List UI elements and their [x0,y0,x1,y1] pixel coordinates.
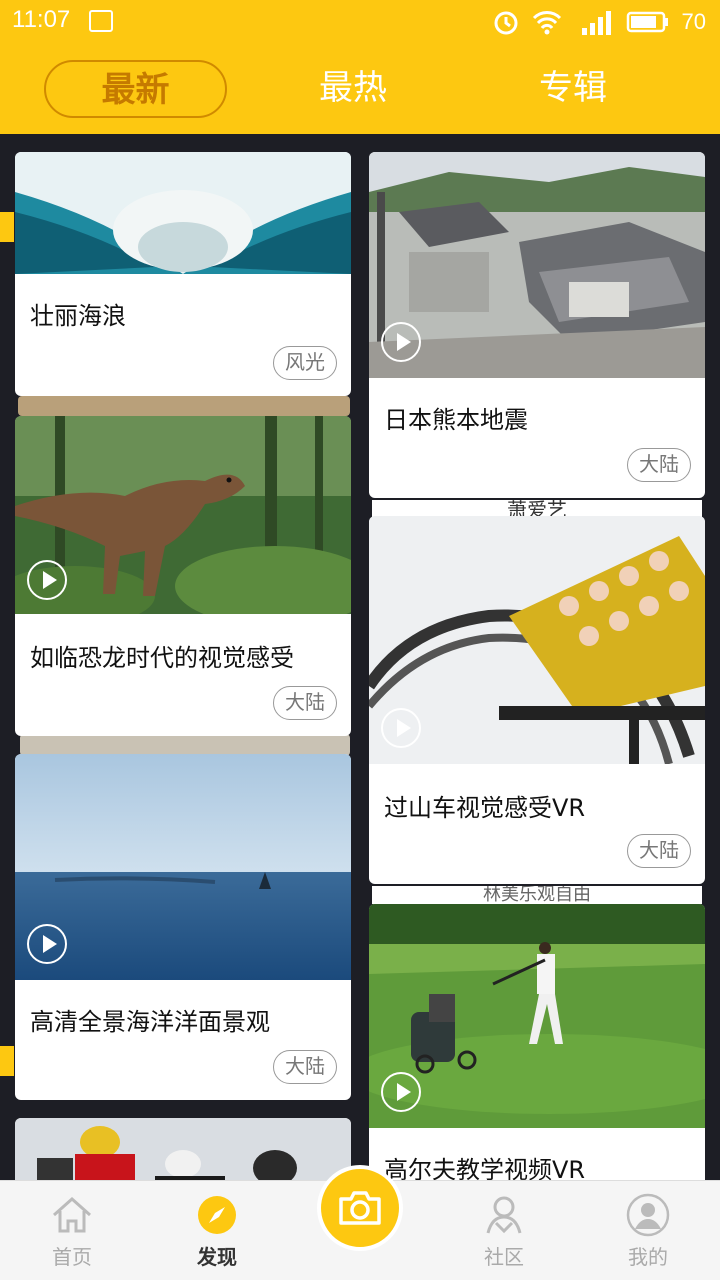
card-title: 壮丽海浪 [30,302,126,330]
nav-discover-label: 发现 [197,1245,237,1269]
card-tag[interactable]: 风光 [273,346,337,380]
card-title: 高清全景海洋洋面景观 [30,1008,270,1036]
nav-community-label: 社区 [484,1245,524,1269]
tab-hottest[interactable]: 最热 [290,60,416,118]
camera-icon [339,1191,381,1225]
card-title: 日本熊本地震 [384,406,528,434]
video-card[interactable]: 高清全景海洋洋面景观 大陆 [15,754,351,1100]
video-card[interactable]: 如临恐龙时代的视觉感受 大陆 [15,416,351,736]
background-card-peek [20,734,350,756]
status-icons: 70 [492,6,706,38]
video-card[interactable]: 壮丽海浪 风光 [15,152,351,396]
battery-level: 70 [681,9,706,34]
nav-home-label: 首页 [52,1245,92,1269]
wifi-icon [532,11,561,35]
status-bar: 11:07 70 [0,0,720,44]
notification-icon [89,10,113,32]
card-thumbnail [15,152,351,274]
feed-grid[interactable]: 萧爱艺 林美乐观自由 壮丽海浪 风光 如临恐龙时代的视觉感受 大陆 高清全景海洋… [0,134,720,1180]
tab-latest[interactable]: 最新 [44,60,227,118]
nav-community[interactable]: 社区 [459,1193,549,1270]
bottom-navigation: 首页 发现 社区 我的 [0,1165,720,1280]
background-accent [0,1046,14,1076]
camera-button[interactable] [317,1165,403,1251]
video-card[interactable] [15,1118,351,1180]
home-icon [53,1196,91,1233]
background-card-peek [18,396,350,416]
profile-icon [626,1193,670,1237]
play-icon[interactable] [27,924,67,964]
card-title: 高尔夫教学视频VR [384,1156,586,1180]
community-icon [486,1196,522,1234]
nav-profile[interactable]: 我的 [603,1193,693,1270]
video-card[interactable]: 过山车视觉感受VR 大陆 [369,516,705,884]
card-tag[interactable]: 大陆 [627,448,691,482]
card-title: 过山车视觉感受VR [384,794,586,822]
alarm-icon [494,11,518,35]
card-thumbnail [15,1118,351,1180]
tab-albums[interactable]: 专辑 [510,60,636,118]
status-time: 11:07 [12,6,71,33]
play-icon[interactable] [381,1072,421,1112]
battery-icon [626,11,668,33]
nav-home[interactable]: 首页 [27,1193,117,1270]
nav-discover[interactable]: 发现 [172,1193,262,1270]
card-title: 如临恐龙时代的视觉感受 [30,644,294,672]
video-card[interactable]: 高尔夫教学视频VR [369,904,705,1180]
top-tab-bar: 最新 最热 专辑 [0,44,720,134]
compass-icon [198,1196,236,1234]
card-tag[interactable]: 大陆 [627,834,691,868]
video-card[interactable]: 日本熊本地震 大陆 [369,152,705,498]
play-icon[interactable] [27,560,67,600]
nav-profile-label: 我的 [628,1245,668,1269]
card-tag[interactable]: 大陆 [273,686,337,720]
card-tag[interactable]: 大陆 [273,1050,337,1084]
play-icon[interactable] [381,708,421,748]
signal-4g-icon [581,11,611,35]
play-icon[interactable] [381,322,421,362]
background-card-peek-text: 林美乐观自由 [372,886,702,904]
background-accent [0,212,14,242]
